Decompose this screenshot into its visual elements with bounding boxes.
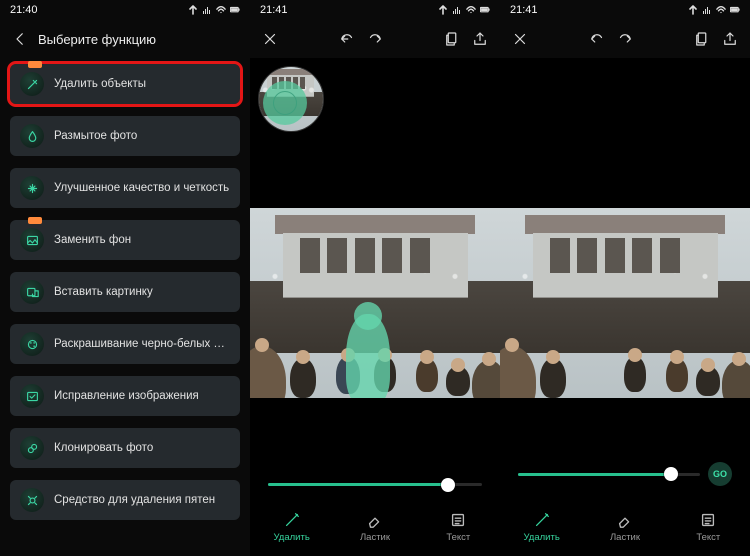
redo-icon[interactable] — [615, 29, 635, 49]
copy-icon[interactable] — [442, 29, 462, 49]
share-icon[interactable] — [720, 29, 740, 49]
status-system-icons — [188, 5, 240, 15]
slider-thumb-icon[interactable] — [664, 467, 678, 481]
tool-label: Текст — [446, 532, 470, 543]
tool-label: Ластик — [360, 532, 390, 543]
editor-header — [250, 20, 500, 58]
back-icon[interactable] — [10, 29, 30, 49]
list-item-enhance[interactable]: Улучшенное качество и четкость — [10, 168, 240, 208]
close-icon[interactable] — [260, 29, 280, 49]
insert-image-icon — [20, 280, 44, 304]
status-system-icons — [438, 5, 490, 15]
list-item-fix-image[interactable]: Исправление изображения — [10, 376, 240, 416]
editor-screen-result: 21:41 — [500, 0, 750, 556]
function-select-screen: 21:40 Выберите функцию Удалить объекты Р… — [0, 0, 250, 556]
status-bar: 21:41 — [500, 0, 750, 20]
tool-label: Текст — [696, 532, 720, 543]
left-header: Выберите функцию — [0, 20, 250, 58]
list-item-label: Улучшенное качество и четкость — [54, 182, 229, 194]
clone-icon — [20, 436, 44, 460]
status-bar: 21:41 — [250, 0, 500, 20]
go-label: GO — [713, 469, 727, 479]
new-badge-icon — [28, 61, 42, 68]
status-time: 21:41 — [260, 4, 288, 16]
list-item-label: Заменить фон — [54, 234, 131, 246]
tool-tabs: Удалить Ластик Текст — [250, 502, 500, 556]
status-system-icons — [688, 5, 740, 15]
tool-tabs: Удалить Ластик Текст — [500, 502, 750, 556]
status-time: 21:41 — [510, 4, 538, 16]
list-item-colorize[interactable]: Раскрашивание черно-белых фотограф — [10, 324, 240, 364]
editor-header — [500, 20, 750, 58]
tool-tab-text[interactable]: Текст — [678, 511, 738, 543]
list-item-replace-bg[interactable]: Заменить фон — [10, 220, 240, 260]
list-item-remove-objects[interactable]: Удалить объекты — [10, 64, 240, 104]
go-button[interactable]: GO — [708, 462, 732, 486]
brush-size-slider[interactable]: GO — [518, 462, 732, 486]
list-item-label: Раскрашивание черно-белых фотограф — [54, 338, 230, 350]
selection-mask-icon — [346, 314, 390, 398]
list-item-label: Удалить объекты — [54, 78, 146, 90]
undo-icon[interactable] — [587, 29, 607, 49]
tool-tab-remove[interactable]: Удалить — [262, 511, 322, 543]
editor-canvas-area: GO Удалить Ластик Текст — [500, 58, 750, 556]
redo-icon[interactable] — [365, 29, 385, 49]
page-title: Выберите функцию — [38, 32, 156, 47]
close-icon[interactable] — [510, 29, 530, 49]
editor-photo[interactable] — [250, 208, 500, 398]
heal-icon — [20, 488, 44, 512]
list-item-label: Вставить картинку — [54, 286, 153, 298]
list-item-label: Клонировать фото — [54, 442, 153, 454]
tool-tab-remove[interactable]: Удалить — [512, 511, 572, 543]
editor-screen-masked: 21:41 — [250, 0, 500, 556]
list-item-clone[interactable]: Клонировать фото — [10, 428, 240, 468]
sparkle-icon — [20, 176, 44, 200]
list-item-label: Размытое фото — [54, 130, 137, 142]
editor-canvas-area: Удалить Ластик Текст — [250, 58, 500, 556]
tool-tab-text[interactable]: Текст — [428, 511, 488, 543]
function-list: Удалить объекты Размытое фото Улучшенное… — [0, 58, 250, 526]
droplet-icon — [20, 124, 44, 148]
share-icon[interactable] — [470, 29, 490, 49]
copy-icon[interactable] — [692, 29, 712, 49]
status-time: 21:40 — [10, 4, 38, 16]
list-item-spot-removal[interactable]: Средство для удаления пятен — [10, 480, 240, 520]
image-icon — [20, 228, 44, 252]
list-item-label: Исправление изображения — [54, 390, 199, 402]
slider-thumb-icon[interactable] — [441, 478, 455, 492]
editor-photo[interactable] — [500, 208, 750, 398]
list-item-label: Средство для удаления пятен — [54, 494, 215, 506]
palette-icon — [20, 332, 44, 356]
wand-icon — [20, 72, 44, 96]
status-bar: 21:40 — [0, 0, 250, 20]
new-badge-icon — [28, 217, 42, 224]
brush-preview-thumbnail — [258, 66, 324, 132]
tool-tab-eraser[interactable]: Ластик — [595, 511, 655, 543]
tool-tab-eraser[interactable]: Ластик — [345, 511, 405, 543]
brush-size-slider[interactable] — [268, 483, 482, 486]
undo-icon[interactable] — [337, 29, 357, 49]
tool-label: Ластик — [610, 532, 640, 543]
list-item-blur[interactable]: Размытое фото — [10, 116, 240, 156]
tool-label: Удалить — [274, 532, 310, 543]
list-item-insert-image[interactable]: Вставить картинку — [10, 272, 240, 312]
tool-label: Удалить — [524, 532, 560, 543]
repair-icon — [20, 384, 44, 408]
